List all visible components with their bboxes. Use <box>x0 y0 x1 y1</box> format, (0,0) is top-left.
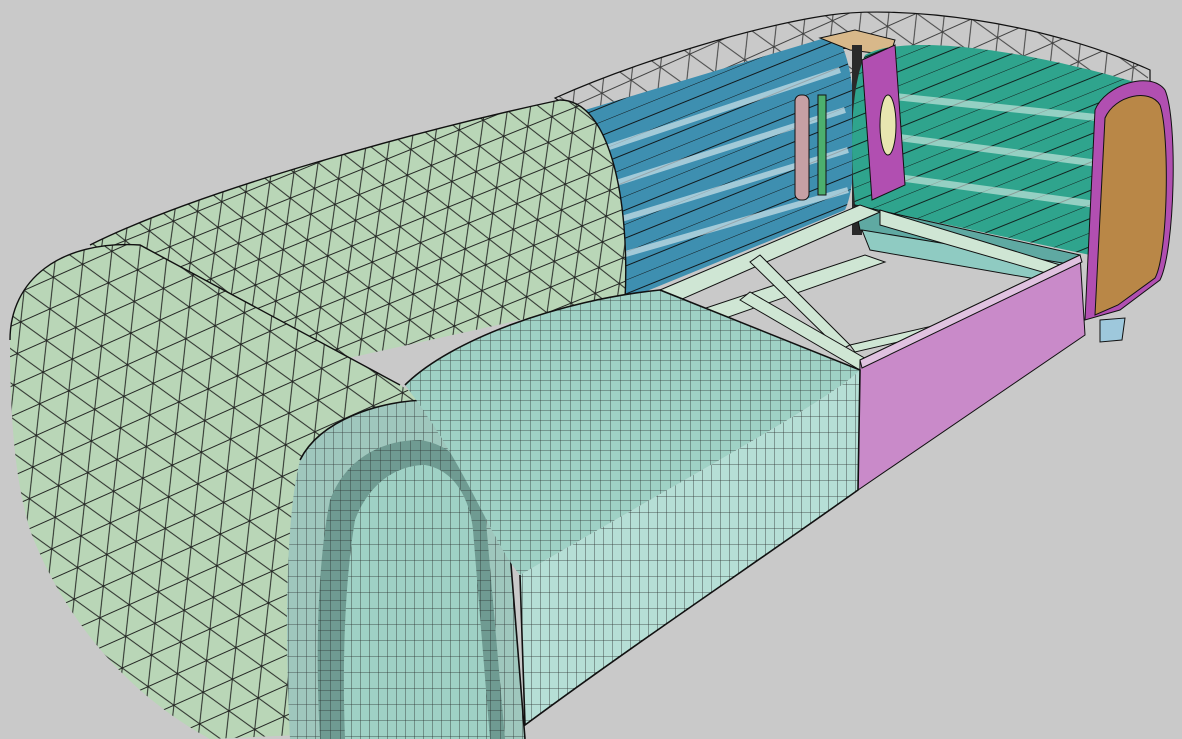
sofa-model-render <box>0 0 1182 739</box>
3d-viewport[interactable] <box>0 0 1182 739</box>
